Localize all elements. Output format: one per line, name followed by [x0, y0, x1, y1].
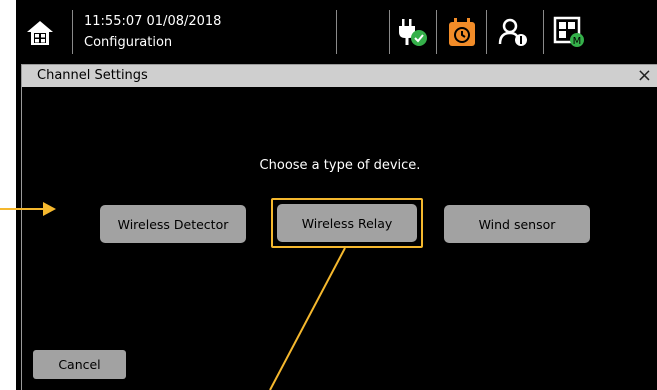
- annotation-pointer-line: [269, 247, 346, 390]
- annotation-overlay: [0, 202, 346, 390]
- annotation-arrow-head: [43, 202, 56, 216]
